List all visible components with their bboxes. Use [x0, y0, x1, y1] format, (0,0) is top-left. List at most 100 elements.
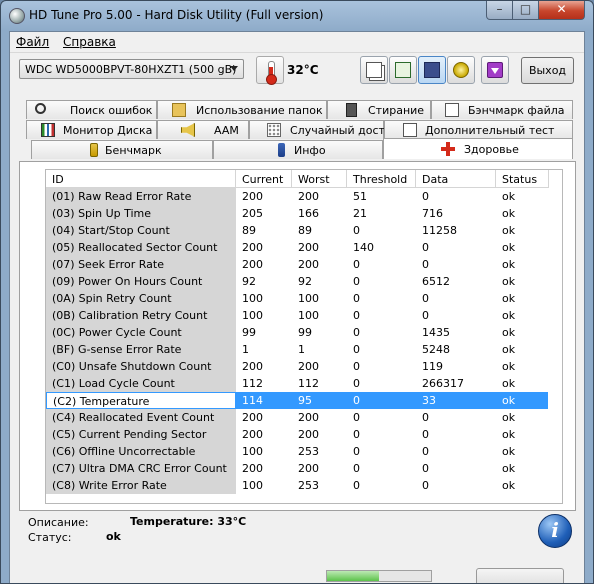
- cell-data: 0: [422, 411, 429, 424]
- health-panel: ID Current Worst Threshold Data Status (…: [19, 161, 576, 511]
- tab-benchmark[interactable]: Бенчмарк: [31, 140, 213, 159]
- minimize-to-tray-button[interactable]: [481, 56, 509, 84]
- cell-data: 6512: [422, 275, 450, 288]
- cell-worst: 99: [298, 326, 312, 339]
- copy-text-button[interactable]: [360, 56, 388, 84]
- info-icon[interactable]: i: [538, 514, 572, 548]
- table-row[interactable]: (03) Spin Up Time 205 166 21 716 ok: [46, 205, 562, 222]
- smart-table[interactable]: ID Current Worst Threshold Data Status (…: [45, 169, 563, 504]
- table-row[interactable]: (C1) Load Cycle Count 112 112 0 266317 ok: [46, 375, 562, 392]
- table-row[interactable]: (01) Raw Read Error Rate 200 200 51 0 ok: [46, 188, 562, 205]
- row-values: 114 95 0 33 ok: [236, 392, 548, 409]
- drive-select[interactable]: WDC WD5000BPVT-80HXZT1 (500 gB): [19, 59, 244, 79]
- tab-erase[interactable]: Стирание: [327, 100, 431, 119]
- cell-status: ok: [502, 479, 516, 492]
- benchmark-icon: [90, 143, 98, 157]
- copy-all-button[interactable]: [389, 56, 417, 84]
- cell-worst: 89: [298, 224, 312, 237]
- table-row[interactable]: (04) Start/Stop Count 89 89 0 11258 ok: [46, 222, 562, 239]
- tab-file-benchmark[interactable]: Бэнчмарк файла: [431, 100, 573, 119]
- column-header-status[interactable]: Status: [496, 170, 549, 188]
- cell-worst: 253: [298, 445, 319, 458]
- tab-error-scan[interactable]: Поиск ошибок: [26, 100, 157, 119]
- tab-disk-monitor[interactable]: Монитор Диска: [26, 120, 157, 139]
- exit-button[interactable]: Выход: [521, 57, 574, 84]
- tab-extra-tests[interactable]: Дополнительный тест: [384, 120, 573, 139]
- maximize-button[interactable]: □: [512, 1, 539, 20]
- table-row[interactable]: (BF) G-sense Error Rate 1 1 0 5248 ok: [46, 341, 562, 358]
- table-row[interactable]: (07) Seek Error Rate 200 200 0 0 ok: [46, 256, 562, 273]
- status-label: Статус:: [28, 531, 72, 544]
- cell-current: 99: [242, 326, 256, 339]
- bar-chart-icon: [41, 123, 55, 137]
- cell-current: 200: [242, 411, 263, 424]
- save-button[interactable]: [418, 56, 446, 84]
- row-values: 100 100 0 0 ok: [236, 307, 548, 324]
- tab-random-access[interactable]: Случайный доступ: [249, 120, 399, 139]
- thermometer-icon: [256, 56, 284, 85]
- cell-id: (09) Power On Hours Count: [46, 273, 236, 290]
- cell-current: 100: [242, 292, 263, 305]
- column-header-threshold[interactable]: Threshold: [347, 170, 416, 188]
- table-row[interactable]: (C0) Unsafe Shutdown Count 200 200 0 119 ok: [46, 358, 562, 375]
- title-bar[interactable]: HD Tune Pro 5.00 - Hard Disk Utility (Fu…: [1, 1, 593, 31]
- table-row[interactable]: (0B) Calibration Retry Count 100 100 0 0 ok: [46, 307, 562, 324]
- bottom-button[interactable]: [476, 568, 564, 583]
- cell-data: 0: [422, 479, 429, 492]
- table-row[interactable]: (0A) Spin Retry Count 100 100 0 0 ok: [46, 290, 562, 307]
- cell-current: 200: [242, 360, 263, 373]
- cell-threshold: 0: [353, 292, 360, 305]
- folder-icon: [172, 103, 186, 117]
- column-header-worst[interactable]: Worst: [292, 170, 347, 188]
- speaker-icon: [181, 123, 195, 137]
- tab-health[interactable]: Здоровье: [383, 138, 573, 159]
- cell-data: 0: [422, 241, 429, 254]
- temperature-value: 32°C: [287, 63, 319, 77]
- cell-id: (C2) Temperature: [46, 392, 236, 409]
- cell-threshold: 0: [353, 309, 360, 322]
- menu-file[interactable]: Файл: [16, 35, 49, 49]
- minimize-button[interactable]: –: [486, 1, 513, 20]
- menu-help[interactable]: Справка: [63, 35, 116, 49]
- cell-id: (C6) Offline Uncorrectable: [46, 443, 236, 460]
- cell-data: 119: [422, 360, 443, 373]
- cell-data: 5248: [422, 343, 450, 356]
- options-button[interactable]: [447, 56, 475, 84]
- table-row[interactable]: (0C) Power Cycle Count 99 99 0 1435 ok: [46, 324, 562, 341]
- tab-info[interactable]: Инфо: [213, 140, 383, 159]
- cell-worst: 95: [298, 394, 312, 407]
- table-row[interactable]: (C5) Current Pending Sector 200 200 0 0 ok: [46, 426, 562, 443]
- column-header-current[interactable]: Current: [236, 170, 292, 188]
- cell-data: 716: [422, 207, 443, 220]
- cell-status: ok: [502, 224, 516, 237]
- cell-data: 0: [422, 445, 429, 458]
- drive-select-value: WDC WD5000BPVT-80HXZT1 (500 gB): [25, 63, 237, 76]
- progress-bar: [326, 570, 432, 582]
- cell-id: (01) Raw Read Error Rate: [46, 188, 236, 205]
- floppy-disk-icon: [424, 62, 440, 78]
- copy-all-icon: [395, 62, 411, 78]
- chevron-down-icon: [230, 66, 238, 71]
- cell-id: (05) Reallocated Sector Count: [46, 239, 236, 256]
- cell-id: (0C) Power Cycle Count: [46, 324, 236, 341]
- row-values: 100 253 0 0 ok: [236, 477, 548, 494]
- cell-threshold: 0: [353, 479, 360, 492]
- close-button[interactable]: ✕: [538, 1, 585, 20]
- table-row[interactable]: (C8) Write Error Rate 100 253 0 0 ok: [46, 477, 562, 494]
- table-row[interactable]: (C6) Offline Uncorrectable 100 253 0 0 ok: [46, 443, 562, 460]
- cell-id: (BF) G-sense Error Rate: [46, 341, 236, 358]
- cell-worst: 92: [298, 275, 312, 288]
- table-row[interactable]: (05) Reallocated Sector Count 200 200 140 0 o…: [46, 239, 562, 256]
- tab-aam[interactable]: AAM: [157, 120, 249, 139]
- row-values: 112 112 0 266317 ok: [236, 375, 548, 392]
- table-row[interactable]: (C7) Ultra DMA CRC Error Count 200 200 0 0 ok: [46, 460, 562, 477]
- cell-worst: 166: [298, 207, 319, 220]
- table-row[interactable]: (C4) Reallocated Event Count 200 200 0 0 ok: [46, 409, 562, 426]
- tab-folder-usage[interactable]: Использование папок: [157, 100, 327, 119]
- column-header-data[interactable]: Data: [416, 170, 496, 188]
- table-row[interactable]: (C2) Temperature 114 95 0 33 ok: [46, 392, 562, 409]
- table-row[interactable]: (09) Power On Hours Count 92 92 0 6512 ok: [46, 273, 562, 290]
- column-header-id[interactable]: ID: [46, 170, 236, 188]
- cell-worst: 200: [298, 411, 319, 424]
- row-values: 92 92 0 6512 ok: [236, 273, 548, 290]
